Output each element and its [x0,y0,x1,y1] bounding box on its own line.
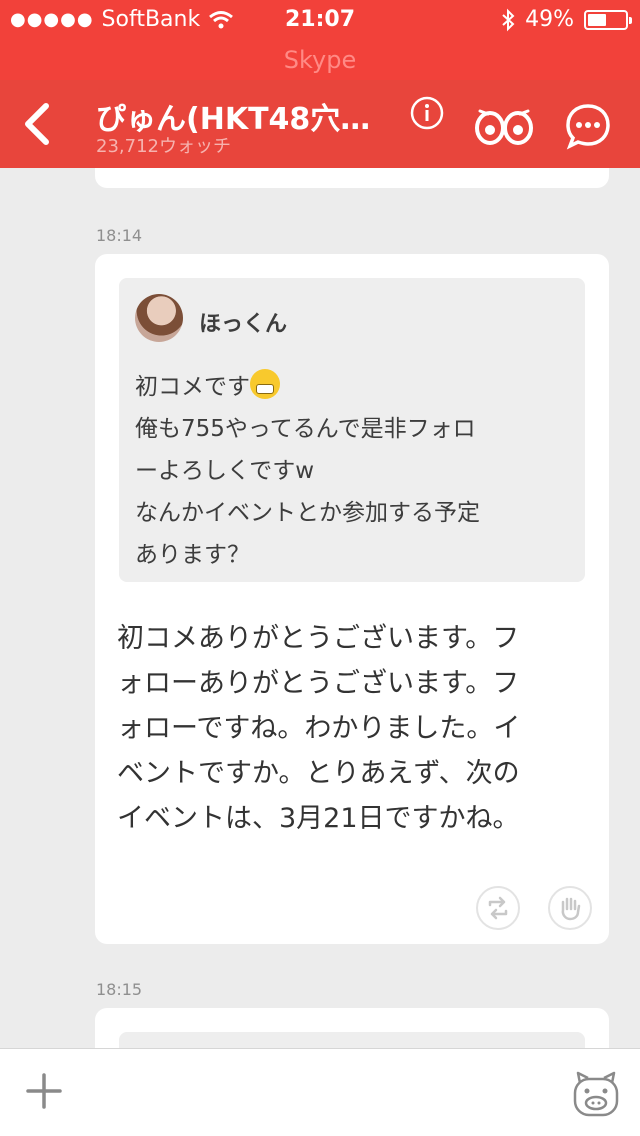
in-call-banner[interactable]: Skype [0,40,640,80]
info-icon[interactable] [410,96,444,130]
quoted-comment: ほっくん 初コメです 俺も755やってるんで是非フォロ ーよろしくですw なんか… [119,278,585,582]
next-post-card [95,1008,609,1048]
commenter-avatar[interactable] [135,294,183,342]
comment-text: 初コメです 俺も755やってるんで是非フォロ ーよろしくですw なんかイベントと… [135,366,575,576]
hand-icon [561,897,581,921]
navigation-bar: ぴゅん(HKT48穴… 23,712ウォッチ [0,80,640,168]
reply-line: 初コメありがとうございます。フ [117,623,520,654]
battery-percent: 49% [525,7,574,32]
reply-line: イベントは、3月21日ですかね。 [117,803,520,834]
watch-count: 23,712ウォッチ [96,136,231,157]
commenter-name: ほっくん [199,312,288,337]
comment-line: あります？ [135,542,250,568]
bottom-toolbar [0,1048,640,1136]
comment-bubble-icon[interactable] [564,102,612,150]
comment-line: なんかイベントとか参加する予定 [135,500,480,526]
comment-line: ーよろしくですw [135,458,315,484]
status-bar: ●●●●● SoftBank 21:07 49% [0,0,640,40]
reply-text: 初コメありがとうございます。フ ォローありがとうございます。フ ォローですね。わ… [117,616,587,841]
mascot-stamp-icon[interactable] [570,1067,622,1119]
reply-line: ォローですね。わかりました。イ [117,713,521,744]
comment-line: 初コメです [135,374,250,400]
like-button[interactable] [548,886,592,930]
watch-eyes-icon[interactable] [474,106,534,146]
battery-icon [584,9,632,30]
comment-line: 俺も755やってるんで是非フォロ [135,416,476,442]
plus-icon[interactable] [24,1071,64,1111]
post-timestamp: 18:14 [96,226,143,245]
reply-line: ベントですか。とりあえず、次の [117,758,520,789]
message-feed[interactable]: 18:14 ほっくん 初コメです 俺も755やってるんで是非フォロ ーよろしくで… [0,168,640,1048]
post-timestamp: 18:15 [96,980,143,999]
reply-line: ォローありがとうございます。フ [117,668,520,699]
previous-post-card [95,168,609,188]
repost-button[interactable] [476,886,520,930]
bluetooth-icon [502,8,515,31]
repost-icon [488,896,508,920]
back-chevron-icon[interactable] [18,100,58,148]
next-quoted-comment [119,1032,585,1048]
grin-emoji-icon [250,369,280,399]
post-card: ほっくん 初コメです 俺も755やってるんで是非フォロ ーよろしくですw なんか… [95,254,609,944]
